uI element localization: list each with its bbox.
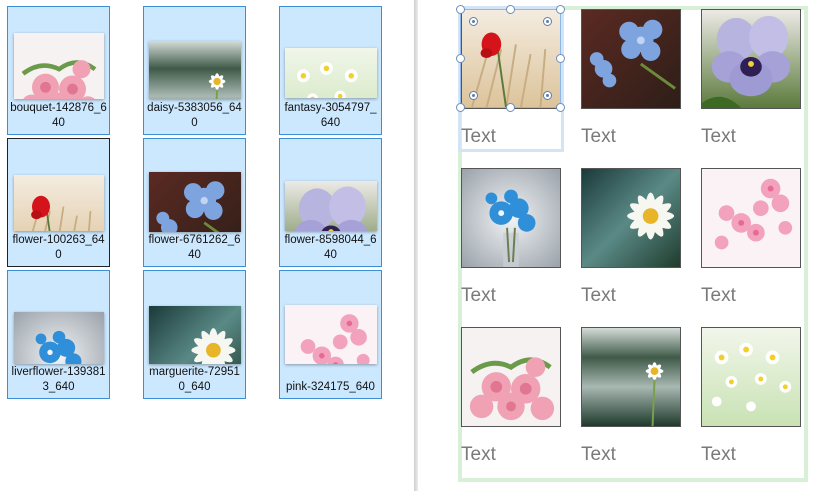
cherry-blossom-image[interactable] [701, 168, 801, 268]
image-caption-text[interactable]: Text [701, 126, 736, 148]
file-item-liverflower[interactable]: liverflower-1393813_640 [7, 270, 110, 399]
resize-handle-bottom[interactable] [506, 103, 515, 112]
file-name-label: flower-8598044_640 [284, 234, 377, 261]
liverflower-photo-thumbnail [13, 312, 104, 364]
file-item-pink[interactable]: pink-324175_640 [279, 270, 382, 399]
corner-control-bottom-right[interactable] [543, 91, 552, 100]
pansy-photo-thumbnail [284, 181, 377, 231]
resize-handle-right[interactable] [556, 54, 565, 63]
file-item-fantasy[interactable]: fantasy-3054797_640 [279, 6, 382, 135]
file-name-label: pink-324175_640 [286, 381, 375, 393]
corner-control-bottom-left[interactable] [469, 91, 478, 100]
resize-handle-top[interactable] [506, 5, 515, 14]
image-caption-text[interactable]: Text [581, 285, 616, 307]
daisy-image[interactable] [581, 327, 681, 427]
daisy-photo-thumbnail [148, 41, 241, 99]
image-caption-text[interactable]: Text [701, 285, 736, 307]
file-name-label: daisy-5383056_640 [147, 102, 242, 129]
image-caption-text[interactable]: Text [581, 126, 616, 148]
image-caption-text[interactable]: Text [461, 444, 496, 466]
file-name-label: bouquet-142876_640 [10, 102, 107, 129]
file-item-marguerite[interactable]: marguerite-729510_640 [143, 270, 246, 399]
resize-handle-bottom-left[interactable] [456, 103, 465, 112]
blue-flower-image[interactable] [581, 9, 681, 109]
cherry-blossom-photo-thumbnail [284, 305, 377, 364]
corner-control-top-right[interactable] [543, 17, 552, 26]
liverflower-image[interactable] [461, 168, 561, 268]
image-caption-text[interactable]: Text [581, 444, 616, 466]
marguerite-photo-thumbnail [148, 306, 241, 364]
file-name-label: marguerite-729510_640 [149, 366, 240, 393]
file-name-label: fantasy-3054797_640 [284, 102, 377, 129]
file-item-flower-6761262[interactable]: flower-6761262_640 [143, 138, 246, 267]
file-item-flower-8598044[interactable]: flower-8598044_640 [279, 138, 382, 267]
image-caption-text[interactable]: Text [461, 285, 496, 307]
resize-handle-top-left[interactable] [456, 5, 465, 14]
file-item-daisy[interactable]: daisy-5383056_640 [143, 6, 246, 135]
file-name-label: flower-100263_640 [12, 234, 105, 261]
pansy-image[interactable] [701, 9, 801, 109]
corner-control-top-left[interactable] [469, 17, 478, 26]
file-item-flower-100263[interactable]: flower-100263_640 [7, 138, 110, 267]
file-item-bouquet[interactable]: bouquet-142876_640 [7, 6, 110, 135]
resize-handle-left[interactable] [456, 54, 465, 63]
pink-roses-image[interactable] [461, 327, 561, 427]
design-canvas[interactable]: Text Text Text Text Text Text Text Text … [418, 0, 818, 491]
file-name-label: flower-6761262_640 [148, 234, 241, 261]
file-name-label: liverflower-1393813_640 [11, 366, 106, 393]
resize-handle-bottom-right[interactable] [556, 103, 565, 112]
red-poppy-photo-thumbnail [13, 175, 104, 231]
meadow-flowers-photo-thumbnail [284, 48, 377, 98]
file-explorer-pane: bouquet-142876_640 daisy-5383056_640 fan… [0, 0, 414, 491]
resize-handle-top-right[interactable] [556, 5, 565, 14]
meadow-flowers-image[interactable] [701, 327, 801, 427]
pink-roses-photo-thumbnail [14, 33, 104, 99]
marguerite-image[interactable] [581, 168, 681, 268]
image-caption-text[interactable]: Text [701, 444, 736, 466]
blue-flower-photo-thumbnail [148, 172, 241, 232]
